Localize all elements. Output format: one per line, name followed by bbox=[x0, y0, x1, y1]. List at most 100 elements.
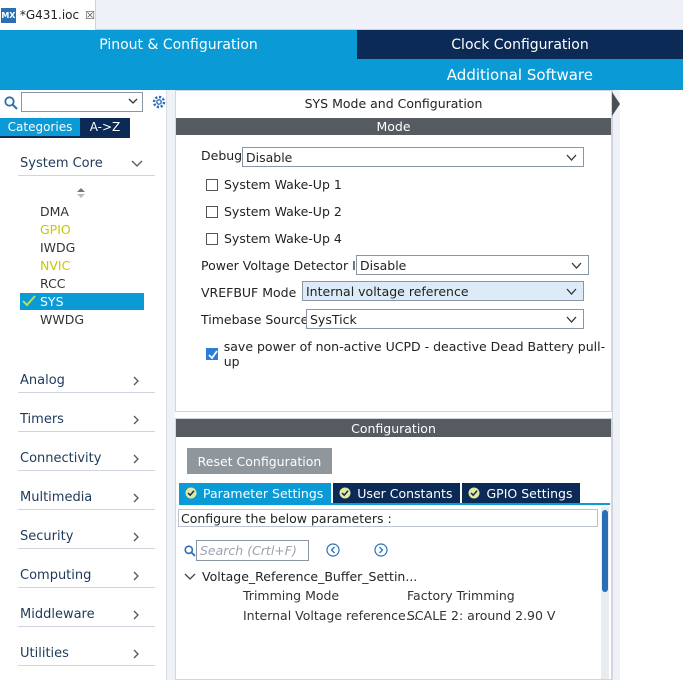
parameter-search-input[interactable]: Search (Crtl+F) bbox=[196, 540, 309, 561]
tab-parameter-settings[interactable]: Parameter Settings bbox=[179, 483, 332, 503]
wakeup-4-label: System Wake-Up 4 bbox=[224, 231, 342, 246]
categories-sidebar: Categories A->Z System Core DMA GPIO IWD… bbox=[0, 90, 167, 680]
chevron-down-icon bbox=[566, 316, 577, 323]
tab-gpio-settings[interactable]: GPIO Settings bbox=[462, 483, 581, 503]
sidebar-item-iwdg[interactable]: IWDG bbox=[20, 239, 144, 256]
wakeup-2-checkbox[interactable] bbox=[206, 205, 218, 218]
tab-clock-configuration[interactable]: Clock Configuration bbox=[357, 30, 683, 59]
category-multimedia[interactable]: Multimedia bbox=[18, 486, 155, 510]
category-analog[interactable]: Analog bbox=[18, 369, 155, 393]
param-value-internal-voltage-reference[interactable]: SCALE 2: around 2.90 V bbox=[407, 608, 555, 623]
sidebar-item-gpio[interactable]: GPIO bbox=[20, 221, 144, 238]
debug-label: Debug bbox=[201, 148, 243, 163]
chevron-down-icon[interactable] bbox=[184, 572, 196, 582]
collapse-panel-icon[interactable] bbox=[612, 90, 621, 118]
wakeup-4-checkbox[interactable] bbox=[206, 232, 218, 245]
ucpd-row[interactable]: save power of non-active UCPD - deactive… bbox=[206, 339, 611, 369]
mode-panel: SYS Mode and Configuration Mode Debug Di… bbox=[175, 90, 612, 412]
pvd-label: Power Voltage Detector In bbox=[201, 258, 364, 273]
check-circle-icon bbox=[339, 487, 351, 499]
previous-match-icon[interactable] bbox=[326, 543, 340, 557]
parameter-group-vrefbuf[interactable]: Voltage_Reference_Buffer_Settin... bbox=[184, 569, 417, 584]
category-label: System Core bbox=[20, 156, 103, 171]
peripheral-search-combo[interactable] bbox=[21, 92, 143, 112]
sort-icon[interactable] bbox=[76, 187, 86, 199]
right-splitter[interactable] bbox=[612, 90, 620, 680]
tab-pinout-configuration[interactable]: Pinout & Configuration bbox=[0, 30, 357, 59]
close-tab-icon[interactable]: ☒ bbox=[85, 9, 95, 22]
chevron-right-icon bbox=[133, 571, 139, 580]
search-icon bbox=[184, 545, 196, 557]
reset-configuration-button[interactable]: Reset Configuration bbox=[187, 448, 332, 474]
tab-categories[interactable]: Categories bbox=[0, 118, 80, 136]
category-connectivity[interactable]: Connectivity bbox=[18, 447, 155, 471]
vrefbuf-label: VREFBUF Mode bbox=[201, 285, 297, 300]
sidebar-item-rcc[interactable]: RCC bbox=[20, 275, 144, 292]
sidebar-splitter[interactable] bbox=[167, 90, 175, 680]
category-label: Security bbox=[20, 529, 74, 544]
category-middleware[interactable]: Middleware bbox=[18, 603, 155, 627]
category-label: Connectivity bbox=[20, 451, 102, 466]
category-computing[interactable]: Computing bbox=[18, 564, 155, 588]
tab-user-constants[interactable]: User Constants bbox=[333, 483, 461, 503]
category-label: Analog bbox=[20, 373, 65, 388]
vrefbuf-select[interactable]: Internal voltage reference bbox=[302, 281, 584, 301]
wakeup-1-checkbox[interactable] bbox=[206, 178, 218, 191]
next-match-icon[interactable] bbox=[374, 543, 388, 557]
ucpd-checkbox[interactable] bbox=[206, 348, 218, 360]
tab-a-z[interactable]: A->Z bbox=[80, 118, 130, 136]
debug-select[interactable]: Disable bbox=[242, 147, 584, 167]
chevron-down-icon bbox=[131, 160, 143, 167]
wakeup-2-label: System Wake-Up 2 bbox=[224, 204, 342, 219]
chevron-down-icon bbox=[566, 288, 577, 295]
parameter-scrollbar[interactable] bbox=[601, 507, 609, 679]
sidebar-tab-underline bbox=[0, 136, 130, 138]
wakeup-1-label: System Wake-Up 1 bbox=[224, 177, 342, 192]
sidebar-tabs: Categories A->Z bbox=[0, 118, 130, 136]
wakeup-2-row[interactable]: System Wake-Up 2 bbox=[206, 204, 342, 219]
wakeup-4-row[interactable]: System Wake-Up 4 bbox=[206, 231, 342, 246]
configuration-header: Configuration bbox=[176, 419, 611, 437]
category-system-core[interactable]: System Core bbox=[18, 152, 155, 176]
sidebar-item-sys[interactable]: SYS bbox=[20, 293, 144, 310]
sidebar-item-wwdg[interactable]: WWDG bbox=[20, 311, 144, 328]
timebase-select-value: SysTick bbox=[310, 311, 357, 327]
scrollbar-thumb[interactable] bbox=[602, 510, 608, 592]
category-label: Computing bbox=[20, 568, 92, 583]
parameter-group-label: Voltage_Reference_Buffer_Settin... bbox=[202, 569, 418, 584]
chevron-down-icon[interactable] bbox=[128, 96, 138, 106]
chevron-right-icon bbox=[133, 493, 139, 502]
category-timers[interactable]: Timers bbox=[18, 408, 155, 432]
configuration-panel: Configuration Reset Configuration Parame… bbox=[175, 418, 612, 680]
timebase-select[interactable]: SysTick bbox=[306, 309, 584, 329]
check-circle-icon bbox=[468, 487, 480, 499]
chevron-down-icon bbox=[571, 262, 582, 269]
file-tab[interactable]: MX *G431.ioc ☒ bbox=[0, 0, 96, 30]
category-label: Multimedia bbox=[20, 490, 93, 505]
sidebar-item-nvic[interactable]: NVIC bbox=[20, 257, 144, 274]
chevron-right-icon bbox=[133, 376, 139, 385]
check-icon bbox=[208, 350, 218, 360]
sidebar-item-dma[interactable]: DMA bbox=[20, 203, 144, 220]
panel-title: SYS Mode and Configuration bbox=[304, 96, 483, 111]
gear-icon[interactable] bbox=[151, 94, 167, 110]
category-utilities[interactable]: Utilities bbox=[18, 642, 155, 666]
configuration-tab-underline bbox=[179, 503, 610, 505]
chevron-right-icon bbox=[133, 532, 139, 541]
ucpd-label: save power of non-active UCPD - deactive… bbox=[223, 339, 606, 369]
debug-select-value: Disable bbox=[246, 149, 293, 165]
param-value-trimming-mode[interactable]: Factory Trimming bbox=[407, 588, 515, 603]
pvd-select[interactable]: Disable bbox=[356, 255, 589, 275]
check-icon bbox=[22, 295, 36, 307]
param-name-trimming-mode[interactable]: Trimming Mode bbox=[243, 588, 339, 603]
editor-tab-bar: MX *G431.ioc ☒ bbox=[0, 0, 683, 30]
tab-additional-software[interactable]: Additional Software bbox=[0, 59, 683, 90]
chevron-right-icon bbox=[133, 415, 139, 424]
chevron-down-icon bbox=[566, 154, 577, 161]
wakeup-1-row[interactable]: System Wake-Up 1 bbox=[206, 177, 342, 192]
chevron-right-icon bbox=[133, 454, 139, 463]
configuration-description: Configure the below parameters : bbox=[178, 509, 598, 527]
category-security[interactable]: Security bbox=[18, 525, 155, 549]
pvd-select-value: Disable bbox=[360, 257, 407, 273]
param-name-internal-voltage-reference[interactable]: Internal Voltage reference... bbox=[243, 608, 418, 623]
